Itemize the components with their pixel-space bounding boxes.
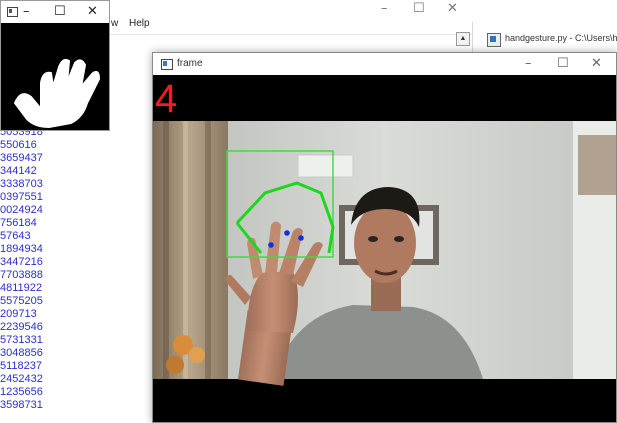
editor-titlebar[interactable]: handgesture.py - C:\Users\hen <box>473 30 617 52</box>
app-icon <box>161 59 173 70</box>
top-black-band <box>153 75 616 121</box>
frame-title: frame <box>177 58 203 69</box>
console-output-line: 3598731 <box>0 399 43 411</box>
editor-title: handgesture.py - C:\Users\hen <box>505 33 617 43</box>
console-output-line: 0397551 <box>0 191 43 203</box>
console-output-line: 5731331 <box>0 334 43 346</box>
console-output-line: 2452432 <box>0 373 43 385</box>
console-output-list: 5053918 550616 3659437 344142 3338703 0397551… <box>0 126 150 412</box>
console-output-line: 3048856 <box>0 347 43 359</box>
console-output-line: 0024924 <box>0 204 43 216</box>
console-output-line: 3659437 <box>0 152 43 164</box>
console-output-line: 3338703 <box>0 178 43 190</box>
bottom-black-band <box>153 379 616 422</box>
mask-titlebar[interactable]: – ☐ ✕ <box>1 1 109 23</box>
console-output-line: 756184 <box>0 217 37 229</box>
video-frame: 4 <box>153 75 616 422</box>
minimize-icon[interactable]: – <box>23 4 30 19</box>
console-output-line: 3447216 <box>0 256 43 268</box>
maximize-icon[interactable]: ☐ <box>413 1 425 16</box>
hand-mask-shape <box>14 58 100 128</box>
minimize-icon[interactable]: – <box>381 1 388 16</box>
console-output-line: 1235656 <box>0 386 43 398</box>
console-output-line: 209713 <box>0 308 37 320</box>
console-output-line: 57643 <box>0 230 31 242</box>
console-output-line: 550616 <box>0 139 37 151</box>
menu-item-view[interactable]: w <box>111 18 118 29</box>
console-output-line: 4811922 <box>0 282 43 294</box>
close-icon[interactable]: ✕ <box>87 4 98 19</box>
menu-item-help[interactable]: Help <box>129 18 150 29</box>
frame-titlebar[interactable]: frame – ☐ ✕ <box>153 53 616 75</box>
finger-count-label: 4 <box>155 77 178 121</box>
person-face <box>354 203 416 283</box>
minimize-icon[interactable]: – <box>525 56 532 71</box>
webcam-scene <box>153 75 616 422</box>
mask-window: – ☐ ✕ <box>0 0 110 131</box>
console-output-line: 2239546 <box>0 321 43 333</box>
defect-point <box>298 235 304 241</box>
defect-point <box>284 230 290 236</box>
scroll-up-button[interactable]: ▲ <box>456 32 470 46</box>
python-file-icon <box>487 33 501 47</box>
console-output-line: 344142 <box>0 165 37 177</box>
close-icon[interactable]: ✕ <box>447 1 458 16</box>
hand-mask-image <box>1 23 109 130</box>
console-output-line: 5118237 <box>0 360 43 372</box>
maximize-icon[interactable]: ☐ <box>557 56 569 71</box>
close-icon[interactable]: ✕ <box>591 56 602 71</box>
console-output-line: 5575205 <box>0 295 43 307</box>
console-output-line: 7703888 <box>0 269 43 281</box>
frame-window: frame – ☐ ✕ 4 <box>152 52 617 423</box>
app-icon <box>7 7 18 17</box>
air-conditioner <box>297 154 354 178</box>
defect-point <box>268 242 274 248</box>
maximize-icon[interactable]: ☐ <box>54 4 66 19</box>
console-output-line: 1894934 <box>0 243 43 255</box>
